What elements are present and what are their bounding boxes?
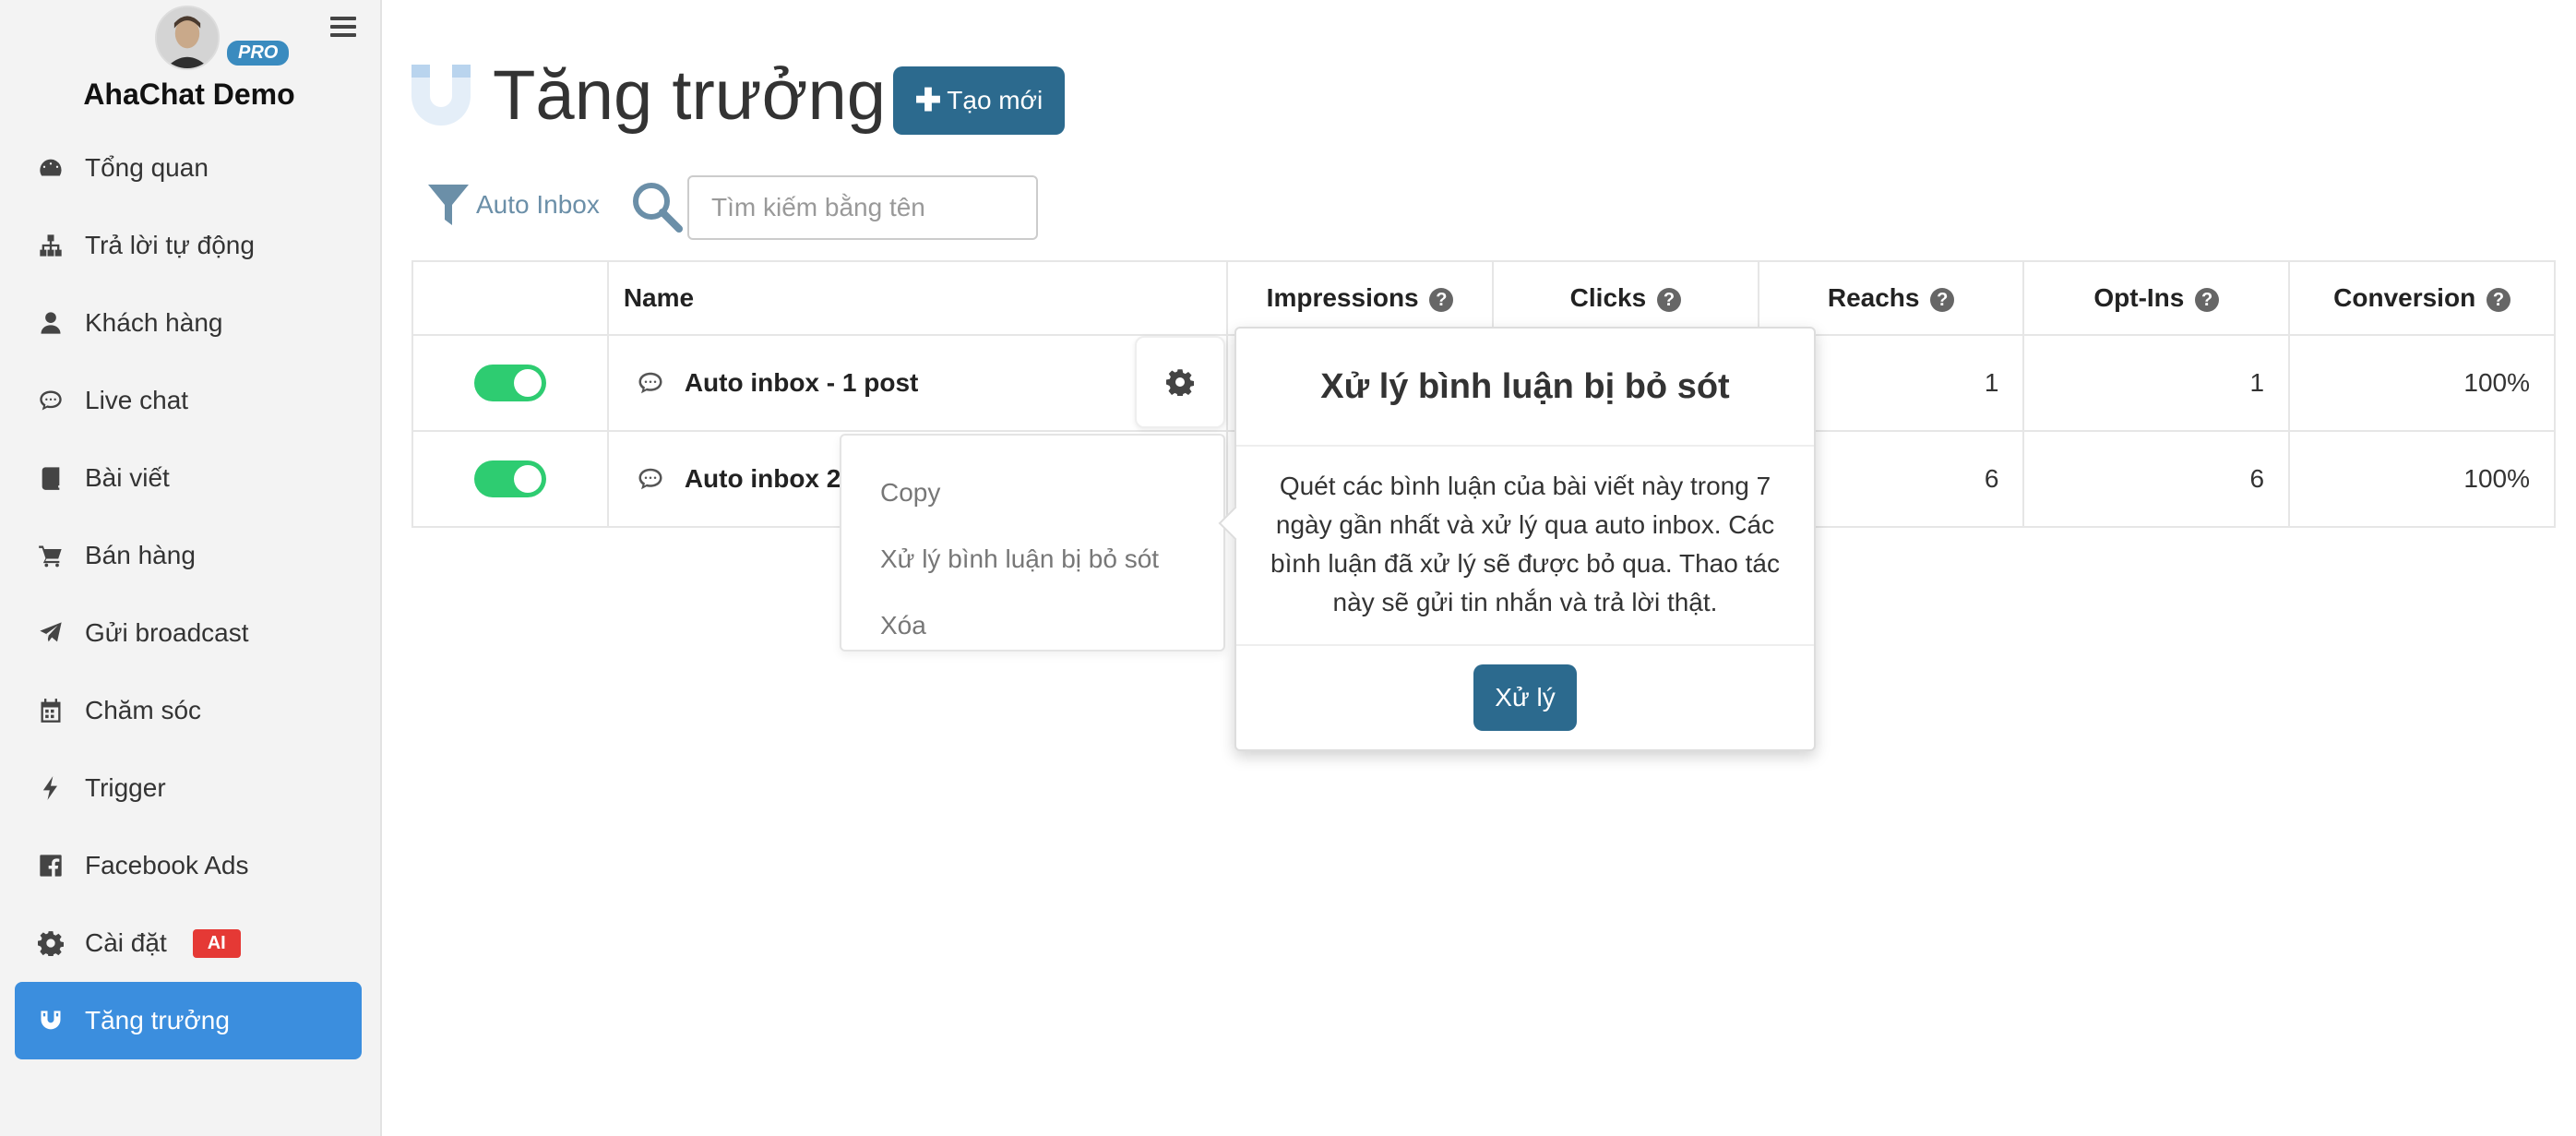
column-header-conversion[interactable]: Conversion ? <box>2288 260 2556 336</box>
column-header-opt-ins[interactable]: Opt-Ins ? <box>2022 260 2291 336</box>
bolt-icon <box>35 772 66 804</box>
sidebar-item-label: Facebook Ads <box>85 851 249 879</box>
book-icon <box>35 462 66 494</box>
row-settings-button[interactable] <box>1135 336 1225 428</box>
sidebar-item-label: Trả lời tự động <box>85 231 255 259</box>
sidebar: PRO AhaChat Demo Tổng quan Trả lời tự độ… <box>0 0 382 1136</box>
sidebar-item-khach-hang[interactable]: Khách hàng <box>15 284 362 362</box>
sidebar-item-bai-viet[interactable]: Bài viết <box>15 439 362 517</box>
sidebar-item-label: Bán hàng <box>85 541 196 569</box>
create-new-button[interactable]: ✚ Tạo mới <box>893 66 1065 135</box>
sidebar-nav: Tổng quan Trả lời tự động Khách hàng Liv… <box>15 129 362 1059</box>
cell-conversion: 100% <box>2288 334 2556 432</box>
gear-icon <box>1166 369 1194 396</box>
help-icon[interactable]: ? <box>2486 287 2510 312</box>
column-label: Conversion <box>2333 283 2476 312</box>
sidebar-item-ban-hang[interactable]: Bán hàng <box>15 517 362 594</box>
menu-item-delete[interactable]: Xóa <box>841 592 1223 659</box>
facebook-icon <box>35 850 66 881</box>
cell-opt-ins: 1 <box>2022 334 2291 432</box>
column-label: Opt-Ins <box>2093 283 2185 312</box>
column-header-reachs[interactable]: Reachs ? <box>1757 260 2025 336</box>
enable-toggle[interactable] <box>473 365 546 401</box>
enable-toggle[interactable] <box>473 460 546 497</box>
gear-icon <box>35 927 66 959</box>
create-new-label: Tạo mới <box>947 86 1044 114</box>
sidebar-item-tong-quan[interactable]: Tổng quan <box>15 129 362 207</box>
menu-item-copy[interactable]: Copy <box>841 460 1223 526</box>
cell-opt-ins: 6 <box>2022 430 2291 528</box>
filter-label: Auto Inbox <box>476 190 600 219</box>
sitemap-icon <box>35 230 66 261</box>
row-name[interactable]: Auto inbox 2 <box>685 464 841 494</box>
paper-plane-icon <box>35 617 66 649</box>
search-input[interactable] <box>687 175 1038 240</box>
sidebar-item-label: Tổng quan <box>85 153 209 182</box>
popover-footer: Xử lý <box>1236 646 1814 749</box>
sidebar-item-cham-soc[interactable]: Chăm sóc <box>15 672 362 749</box>
help-icon[interactable]: ? <box>1930 287 1955 312</box>
row-actions-menu: Copy Xử lý bình luận bị bỏ sót Xóa <box>840 434 1225 652</box>
page-header: Tăng trưởng <box>410 55 886 136</box>
sidebar-item-label: Trigger <box>85 773 166 802</box>
table-header-row: Name Impressions ? Clicks ? Reachs ? Opt… <box>411 260 2556 336</box>
chat-bubble-icon <box>638 372 662 394</box>
sidebar-item-tang-truong[interactable]: Tăng trưởng <box>15 982 362 1059</box>
sidebar-item-label: Bài viết <box>85 463 170 492</box>
row-name[interactable]: Auto inbox - 1 post <box>685 368 919 398</box>
help-icon[interactable]: ? <box>1429 287 1454 312</box>
magnet-icon <box>411 64 471 126</box>
sidebar-item-tra-loi-tu-dong[interactable]: Trả lời tự động <box>15 207 362 284</box>
filter-icon <box>428 185 469 225</box>
user-icon <box>35 307 66 339</box>
sidebar-item-label: Live chat <box>85 386 189 414</box>
process-comments-popover: Xử lý bình luận bị bỏ sót Quét các bình … <box>1234 327 1816 751</box>
pro-badge: PRO <box>227 41 290 66</box>
dashboard-icon <box>35 152 66 184</box>
help-icon[interactable]: ? <box>2195 287 2220 312</box>
magnet-icon <box>35 1005 66 1036</box>
column-label: Impressions <box>1266 283 1419 312</box>
process-button[interactable]: Xử lý <box>1473 664 1577 731</box>
sidebar-item-label: Chăm sóc <box>85 696 202 724</box>
filter-auto-inbox[interactable]: Auto Inbox <box>426 181 600 229</box>
page-title: Tăng trưởng <box>493 56 887 135</box>
sidebar-item-facebook-ads[interactable]: Facebook Ads <box>15 827 362 904</box>
sidebar-item-label: Tăng trưởng <box>85 1006 230 1034</box>
ai-badge: AI <box>192 928 241 958</box>
column-label: Clicks <box>1569 283 1647 312</box>
sidebar-item-cai-dat[interactable]: Cài đặt AI <box>15 904 362 982</box>
column-header-impressions[interactable]: Impressions ? <box>1226 260 1494 336</box>
column-header-clicks[interactable]: Clicks ? <box>1491 260 1759 336</box>
popover-title: Xử lý bình luận bị bỏ sót <box>1236 329 1814 447</box>
sidebar-item-gui-broadcast[interactable]: Gửi broadcast <box>15 594 362 672</box>
account-name: AhaChat Demo <box>83 78 295 111</box>
chat-bubble-icon <box>638 468 662 490</box>
sidebar-item-live-chat[interactable]: Live chat <box>15 362 362 439</box>
sidebar-item-label: Khách hàng <box>85 308 223 337</box>
sidebar-item-label: Gửi broadcast <box>85 618 249 647</box>
search-icon[interactable] <box>629 179 683 233</box>
help-icon[interactable]: ? <box>1656 287 1681 312</box>
cart-icon <box>35 540 66 571</box>
sidebar-item-trigger[interactable]: Trigger <box>15 749 362 827</box>
avatar[interactable] <box>155 6 220 70</box>
column-label: Reachs <box>1827 283 1920 312</box>
column-header-toggle <box>411 260 609 336</box>
sidebar-item-label: Cài đặt <box>85 928 167 957</box>
cell-conversion: 100% <box>2288 430 2556 528</box>
plus-icon: ✚ <box>914 83 942 118</box>
column-header-name[interactable]: Name <box>606 260 1229 336</box>
menu-item-process-missed-comments[interactable]: Xử lý bình luận bị bỏ sót <box>841 526 1223 592</box>
chat-bubble-icon <box>35 385 66 416</box>
popover-body: Quét các bình luận của bài viết này tron… <box>1236 447 1814 646</box>
calendar-icon <box>35 695 66 726</box>
hamburger-menu-icon[interactable] <box>330 17 356 39</box>
